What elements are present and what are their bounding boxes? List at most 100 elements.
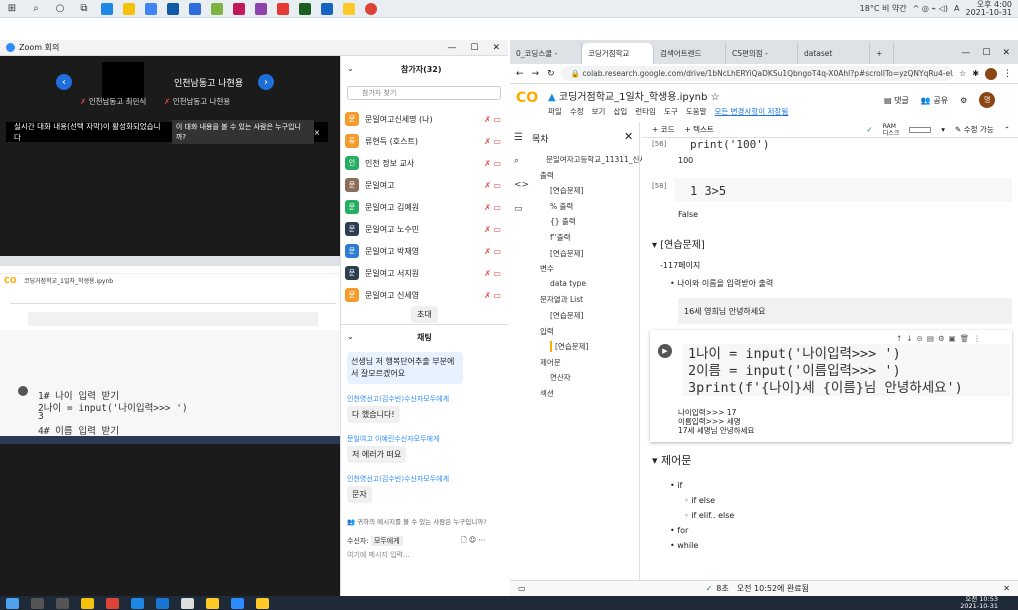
task-view-icon[interactable]: ⧉: [77, 2, 91, 16]
collapse-header-icon[interactable]: ⌃: [1004, 125, 1018, 134]
menu-tools[interactable]: 도구: [664, 106, 678, 117]
minimize-icon[interactable]: —: [961, 48, 970, 58]
participant-item[interactable]: 인 인천 정보 교사 ✗ ▭: [345, 152, 501, 174]
participant-item[interactable]: 문 문일여고 노수민 ✗ ▭: [345, 218, 501, 240]
mic-muted-icon[interactable]: ✗ ▭: [484, 291, 501, 300]
ram-disk-indicator[interactable]: RAM 디스크: [883, 123, 900, 137]
edit-mode[interactable]: ✎ 수정 가능: [955, 124, 994, 135]
chrome-menu-icon[interactable]: ⋮: [1003, 69, 1012, 79]
chrome-icon[interactable]: [106, 597, 119, 609]
menu-edit[interactable]: 수정: [570, 106, 584, 117]
run-cell-icon[interactable]: ▶: [658, 344, 672, 358]
chrome-icon[interactable]: [365, 2, 377, 15]
runtime-dropdown-icon[interactable]: ▾: [941, 125, 945, 134]
code-icon[interactable]: <>: [514, 180, 529, 190]
close-icon[interactable]: ✕: [1002, 48, 1010, 58]
excel-icon[interactable]: [299, 2, 311, 15]
toc-item[interactable]: [연습문제]: [550, 341, 588, 353]
star-icon[interactable]: ☆: [959, 69, 966, 78]
participant-item[interactable]: 문 문일여고신세명 (나) ✗ ▭: [345, 108, 501, 130]
colab-logo[interactable]: CO: [516, 90, 538, 106]
toc-close-icon[interactable]: ✕: [624, 130, 633, 143]
participant-item[interactable]: 문 문일여고 ✗ ▭: [345, 174, 501, 196]
back-icon[interactable]: ←: [516, 69, 524, 79]
photos-icon[interactable]: [189, 2, 201, 15]
menu-file[interactable]: 파일: [548, 106, 562, 117]
settings-icon[interactable]: ⚙: [960, 96, 967, 105]
status-close-icon[interactable]: ✕: [1003, 584, 1010, 593]
banner-close-icon[interactable]: ×: [314, 128, 328, 137]
chat-collapse-icon[interactable]: ⌄: [347, 332, 354, 341]
invite-button[interactable]: 초대: [411, 306, 438, 323]
search-icon[interactable]: ⌕: [514, 156, 519, 166]
mic-muted-icon[interactable]: ✗ ▭: [484, 181, 501, 190]
zoom-taskbar-icon[interactable]: [231, 597, 244, 609]
new-tab-button[interactable]: +: [870, 43, 894, 64]
kakao-icon[interactable]: [343, 2, 355, 15]
onenote-icon[interactable]: [255, 2, 267, 15]
toc-item[interactable]: {} 출력: [550, 216, 576, 227]
mic-muted-icon[interactable]: ✗ ▭: [484, 137, 501, 146]
close-icon[interactable]: ✕: [492, 43, 500, 53]
windows-icon[interactable]: ⊞: [5, 2, 19, 16]
mic-muted-icon[interactable]: ✗ ▭: [484, 203, 501, 212]
toc-item[interactable]: 섹션: [540, 388, 554, 399]
share-button[interactable]: 👥 공유: [921, 95, 948, 106]
app2-icon[interactable]: [277, 2, 289, 15]
maximize-icon[interactable]: ☐: [982, 48, 990, 58]
recipient-select[interactable]: 모두에게: [370, 536, 403, 546]
participant-item[interactable]: 류 류현득 (호스트) ✗ ▭: [345, 130, 501, 152]
minimize-icon[interactable]: —: [447, 43, 456, 53]
saved-status[interactable]: 모든 변경사항이 저장됨: [714, 106, 788, 117]
section-title-2[interactable]: ▾ 제어문: [652, 452, 691, 468]
cortana-icon[interactable]: ○: [53, 2, 67, 16]
mic-muted-icon[interactable]: ✗ ▭: [484, 159, 501, 168]
toc-item[interactable]: 제어문: [540, 357, 561, 368]
comment-button[interactable]: ▤ 댓글: [884, 95, 909, 106]
folder-icon[interactable]: [123, 2, 135, 15]
chat-file-icon[interactable]: 🗋 ☺ ⋯: [461, 536, 485, 547]
collapse-icon[interactable]: ⌄: [347, 64, 354, 73]
forward-icon[interactable]: →: [532, 69, 540, 79]
section-title-1[interactable]: ▾ [연습문제]: [652, 236, 705, 251]
tab-4[interactable]: CS편의점 -: [726, 43, 798, 64]
app-icon[interactable]: [211, 2, 223, 15]
menu-runtime[interactable]: 런타임: [635, 106, 656, 117]
next-page-icon[interactable]: ›: [258, 74, 274, 90]
cell58-code[interactable]: 1 3>5: [690, 184, 726, 198]
toc-item[interactable]: data type: [550, 279, 586, 288]
kakao-icon[interactable]: [206, 597, 219, 609]
ie-icon[interactable]: [131, 597, 144, 609]
mic-muted-icon[interactable]: ✗ ▭: [484, 269, 501, 278]
lang-indicator[interactable]: A: [954, 4, 959, 13]
cell56-code[interactable]: print('100'): [690, 138, 769, 151]
windows-icon[interactable]: [6, 597, 19, 609]
mic-muted-icon[interactable]: ✗ ▭: [484, 247, 501, 256]
word-icon[interactable]: [321, 2, 333, 15]
notebook-title[interactable]: ▲ 코딩거점학교_1일차_학생용.ipynb ☆: [548, 88, 720, 103]
store-icon[interactable]: [181, 597, 194, 609]
search-icon[interactable]: [31, 597, 44, 609]
toc-item[interactable]: [연습문제]: [550, 248, 583, 259]
extensions-icon[interactable]: ✱: [972, 69, 979, 78]
prev-page-icon[interactable]: ‹: [56, 74, 72, 90]
task-view-icon[interactable]: [56, 597, 69, 609]
participant-item[interactable]: 문 문일여고 박재영 ✗ ▭: [345, 240, 501, 262]
reload-icon[interactable]: ↻: [547, 69, 555, 79]
chevron-down-icon[interactable]: ▾: [652, 454, 658, 467]
chat-input[interactable]: 여기에 메시지 입력...: [347, 550, 410, 560]
star-outline-icon[interactable]: ☆: [711, 92, 720, 103]
toc-icon[interactable]: ☰: [514, 132, 523, 143]
tab-1[interactable]: 0_코딩스쿨 -: [510, 43, 582, 64]
chevron-down-icon[interactable]: ▾: [652, 240, 657, 251]
menu-insert[interactable]: 삽입: [613, 106, 627, 117]
banner-button[interactable]: 이 대화 내용을 볼 수 있는 사람은 누구입니까?: [171, 120, 314, 144]
tab-3[interactable]: 검색어트렌드: [654, 43, 726, 64]
edge-icon[interactable]: [101, 2, 113, 15]
menu-view[interactable]: 보기: [592, 106, 606, 117]
clock[interactable]: 오후 4:00 2021-10-31: [966, 0, 1013, 17]
bottom-clock[interactable]: 오전 10:53 2021-10-31: [960, 596, 1018, 610]
store-icon[interactable]: [145, 2, 157, 15]
chat-notice[interactable]: 👥 귀하의 메시지를 볼 수 있는 사람은 누구입니까?: [347, 516, 487, 526]
profile-avatar[interactable]: [985, 67, 997, 80]
